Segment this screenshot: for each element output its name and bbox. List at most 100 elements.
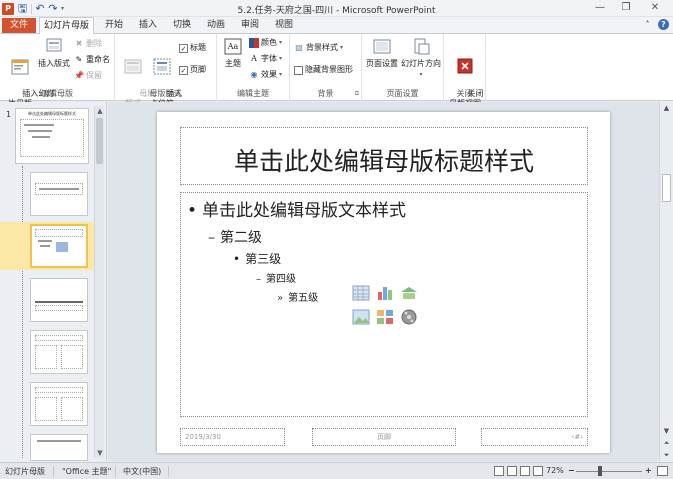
scroll-up-icon[interactable]: ▲ (660, 102, 673, 114)
status-separator (53, 466, 54, 477)
thumbnail-connector (22, 166, 23, 458)
thumbnail-line (40, 245, 50, 247)
insert-table-icon[interactable] (351, 284, 371, 302)
slide-orientation-button[interactable]: 幻灯片方向 ▾ (400, 37, 442, 80)
close-button[interactable]: ✕ (639, 0, 671, 16)
fit-to-window-icon[interactable] (657, 466, 668, 476)
tab-home[interactable]: 开始 (100, 17, 128, 34)
scroll-down-icon[interactable]: ▼ (95, 448, 105, 458)
title-checkbox[interactable]: ✓ 标题 (179, 42, 206, 54)
zoom-in-icon[interactable]: + (645, 466, 652, 475)
effects-button[interactable]: ◉ 效果 ▾ (249, 69, 283, 81)
body-placeholder[interactable]: • 单击此处编辑母版文本样式 – 第二级 • 第三级 – 第四级 » 第五级 (180, 192, 588, 417)
thumbnail-line (28, 130, 52, 132)
tab-view[interactable]: 视图 (270, 17, 298, 34)
hide-background-checkbox[interactable]: 隐藏背景图形 (294, 64, 353, 76)
rename-button[interactable]: ✎ 重命名 (74, 54, 110, 66)
themes-button[interactable]: Aa 主题 (220, 37, 246, 69)
zoom-slider-track[interactable] (576, 471, 642, 472)
fonts-button[interactable]: A 字体 ▾ (249, 53, 282, 65)
insert-layout-button[interactable]: 插入版式 (37, 37, 71, 69)
minimize-button[interactable]: — (587, 0, 613, 16)
rename-icon: ✎ (75, 55, 83, 64)
slideshow-icon[interactable] (533, 466, 543, 476)
main-scroll-thumb[interactable] (662, 174, 671, 202)
bullet-icon: • (187, 201, 198, 221)
scroll-down-icon[interactable]: ▼ (660, 425, 673, 437)
next-slide-icon[interactable]: ⏷ (660, 449, 673, 461)
insert-picture-icon[interactable] (351, 308, 371, 326)
thumbnail-layout[interactable] (30, 434, 88, 461)
background-styles-label: 背景样式 (306, 43, 338, 52)
text-level-1: • 单击此处编辑母版文本样式 (187, 196, 406, 221)
thumbnail-title: 单击此处编辑母版标题样式 (28, 111, 76, 116)
scroll-up-icon[interactable]: ▲ (95, 106, 105, 116)
preserve-button[interactable]: 📌 保留 (74, 70, 102, 82)
insert-chart-icon[interactable] (375, 284, 395, 302)
group-background: ▧ 背景样式 ▾ 隐藏背景图形 ⧉ 背景 (290, 34, 362, 101)
tab-insert[interactable]: 插入 (134, 17, 162, 34)
zoom-slider-thumb[interactable] (598, 466, 602, 476)
text-level-3-label: 第三级 (245, 252, 282, 266)
text-level-1-label: 单击此处编辑母版文本样式 (202, 201, 407, 221)
slide-number-placeholder[interactable]: ‹#› (481, 428, 588, 446)
zoom-out-icon[interactable]: − (568, 466, 575, 475)
footer-placeholder[interactable]: 页脚 (312, 428, 456, 446)
colors-button[interactable]: 颜色 ▾ (249, 37, 282, 49)
insert-smartart-icon[interactable] (399, 284, 419, 302)
delete-button[interactable]: ✖ 删除 (74, 38, 102, 50)
main-scrollbar[interactable]: ▲ ▼ ⏶ ⏷ (659, 102, 673, 461)
text-level-2: – 第二级 (208, 227, 262, 247)
thumbnail-line (35, 301, 83, 303)
panel-scroll-thumb[interactable] (96, 118, 103, 164)
chevron-down-icon: ▾ (419, 71, 423, 78)
tab-slide-master[interactable]: 幻灯片母版 (39, 17, 94, 35)
previous-slide-icon[interactable]: ⏶ (660, 437, 673, 449)
page-setup-button[interactable]: 页面设置 (364, 37, 400, 69)
window-title: 5.2.任务-天府之国-四川 - Microsoft PowerPoint (237, 6, 436, 16)
theme-status: "Office 主题" (62, 467, 112, 476)
status-separator (115, 466, 116, 477)
preserve-label: 保留 (86, 71, 102, 80)
collapse-ribbon-icon[interactable]: ˄ (642, 19, 653, 30)
chevron-down-icon: ▾ (279, 39, 283, 46)
panel-scrollbar[interactable]: ▲ ▼ (94, 106, 104, 458)
insert-layout-icon (46, 38, 62, 52)
hide-background-label: 隐藏背景图形 (305, 65, 353, 74)
help-icon[interactable]: ? (658, 19, 669, 30)
rename-label: 重命名 (86, 55, 110, 64)
normal-view-icon[interactable] (494, 466, 504, 476)
insert-clipart-icon[interactable] (375, 308, 395, 326)
restore-button[interactable]: ❐ (613, 0, 639, 16)
tab-animations[interactable]: 动画 (202, 17, 230, 34)
thumbnail-layout[interactable] (30, 382, 88, 426)
thumbnail-body (61, 397, 83, 421)
background-styles-icon: ▧ (295, 43, 303, 52)
tab-review[interactable]: 审阅 (236, 17, 264, 34)
thumbnail-layout-selected[interactable] (30, 224, 88, 268)
title-check-icon: ✓ (179, 43, 188, 53)
title-bar: P 🖫 ↶ ↷ ▾ 5.2.任务-天府之国-四川 - Microsoft Pow… (0, 0, 673, 17)
footer-checkbox[interactable]: ✓ 页脚 (179, 64, 206, 76)
insert-media-icon[interactable] (399, 308, 419, 326)
footer-checkbox-label: 页脚 (190, 65, 206, 74)
thumbnail-layout[interactable] (30, 172, 88, 216)
thumbnail-master[interactable]: 单击此处编辑母版标题样式 (15, 108, 89, 164)
group-label: 母版版式 (149, 89, 182, 98)
title-placeholder[interactable]: 单击此处编辑母版标题样式 (180, 127, 588, 185)
thumbnail-layout[interactable] (30, 278, 88, 322)
tab-file[interactable]: 文件 (2, 18, 36, 33)
zoom-level[interactable]: 72% (546, 466, 564, 475)
reading-view-icon[interactable] (520, 466, 530, 476)
tab-transitions[interactable]: 切换 (168, 17, 196, 34)
date-placeholder[interactable]: 2019/3/30 (180, 428, 285, 446)
thumbnail-layout[interactable] (30, 330, 88, 374)
background-styles-button[interactable]: ▧ 背景样式 ▾ (294, 42, 343, 54)
view-mode-status: 幻灯片母版 (5, 467, 45, 476)
language-status[interactable]: 中文(中国) (123, 466, 161, 477)
text-level-5-label: 第五级 (288, 293, 319, 304)
ribbon-tabs: 文件 幻灯片母版 开始 插入 切换 动画 审阅 视图 ˄ ? (0, 17, 673, 35)
group-page-setup: 页面设置 幻灯片方向 ▾ 页面设置 (362, 34, 444, 101)
thumbnail-body (35, 345, 57, 369)
slide-sorter-view-icon[interactable] (507, 466, 517, 476)
